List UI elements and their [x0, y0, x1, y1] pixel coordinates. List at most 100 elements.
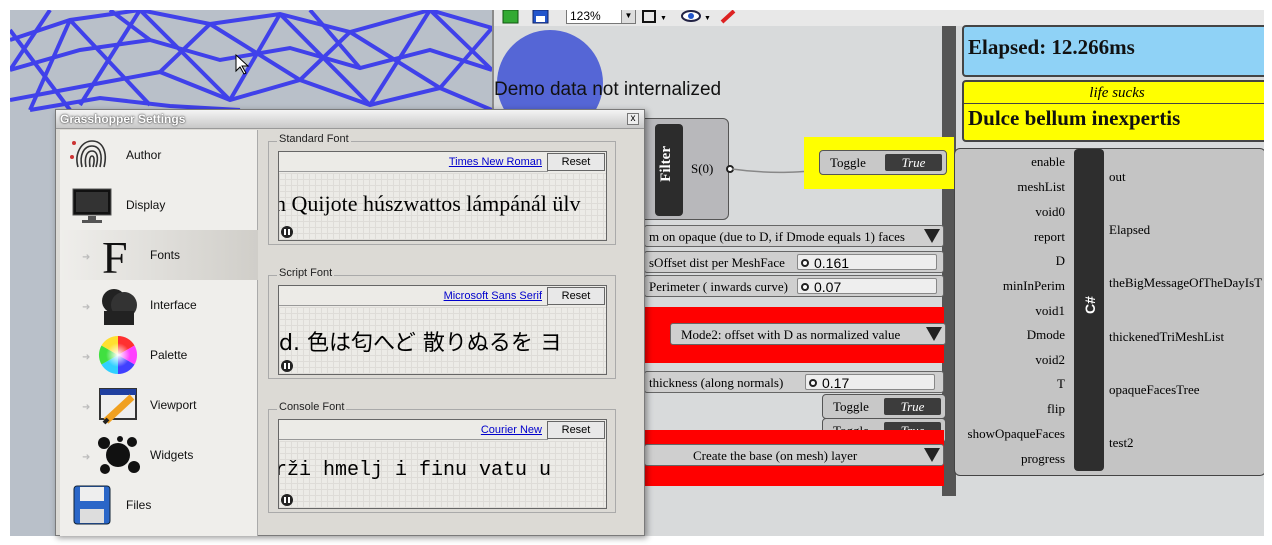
pause-icon[interactable]: [281, 360, 293, 372]
dialog-titlebar[interactable]: Grasshopper Settings x: [56, 110, 644, 129]
sidebar-item-display[interactable]: Display: [60, 180, 258, 230]
sidebar-item-palette[interactable]: ➜ Palette: [60, 330, 258, 380]
value-list-mode[interactable]: Mode2: offset with D as normalized value: [670, 323, 946, 345]
slider-offset[interactable]: sOffset dist per MeshFace 0.161: [644, 251, 944, 273]
filter-output[interactable]: S(0): [691, 161, 713, 177]
preview-eye-icon[interactable]: ▼: [680, 10, 714, 24]
output-param[interactable]: thickenedTriMeshList: [1109, 329, 1224, 345]
sidebar-label: Viewport: [150, 398, 197, 412]
zoom-dropdown-icon[interactable]: ▼: [621, 10, 635, 23]
script-font-group: Script Font Microsoft Sans Serif Reset d…: [268, 267, 616, 379]
dialog-title: Grasshopper Settings: [60, 112, 186, 126]
sidebar-item-viewport[interactable]: ➜ Viewport: [60, 380, 258, 430]
svg-text:▼: ▼: [660, 15, 667, 22]
svg-text:F: F: [102, 233, 128, 277]
input-param[interactable]: void2: [1035, 352, 1065, 368]
toggle-value[interactable]: True: [884, 398, 941, 415]
sidebar-item-widgets[interactable]: ➜ Widgets: [60, 430, 258, 480]
input-param[interactable]: flip: [1047, 401, 1065, 417]
value-list-text: Mode2: offset with D as normalized value: [681, 327, 901, 342]
filter-component[interactable]: Filter S(0): [634, 118, 729, 220]
dropdown-arrow-icon[interactable]: [924, 448, 940, 462]
sketch-pen-icon[interactable]: [720, 10, 738, 24]
slider-knob[interactable]: [801, 259, 809, 267]
input-param[interactable]: T: [1057, 376, 1065, 392]
font-name-link[interactable]: Times New Roman: [279, 152, 548, 172]
output-param[interactable]: opaqueFacesTree: [1109, 382, 1200, 398]
slider-label: thickness (along normals): [649, 375, 784, 390]
slider-track[interactable]: 0.07: [797, 278, 937, 295]
panel-body: Dulce bellum inexpertis: [968, 106, 1181, 130]
color-wheel-icon: [98, 335, 138, 375]
csharp-label: C#: [1081, 296, 1098, 314]
settings-dialog[interactable]: Grasshopper Settings x Author Display ➜ …: [55, 109, 645, 536]
input-param[interactable]: minInPerim: [1003, 278, 1065, 294]
dropdown-arrow-icon[interactable]: [926, 327, 942, 341]
save-icon[interactable]: [532, 10, 550, 24]
monitor-icon: [72, 188, 112, 223]
output-param[interactable]: out: [1109, 169, 1126, 185]
close-icon[interactable]: x: [627, 113, 639, 125]
input-param[interactable]: void0: [1035, 204, 1065, 220]
csharp-script-component[interactable]: enable meshList void0 report D minInPeri…: [954, 148, 1264, 476]
bullet-icon: ➜: [82, 402, 91, 413]
dropdown-arrow-icon[interactable]: [924, 229, 940, 243]
input-param[interactable]: void1: [1035, 303, 1065, 319]
slider-track[interactable]: 0.17: [805, 374, 935, 391]
value-list-text: m on opaque (due to D, if Dmode equals 1…: [649, 229, 905, 244]
slider-value: 0.161: [814, 255, 850, 271]
group-title: Standard Font: [277, 133, 351, 145]
input-param[interactable]: progress: [1021, 451, 1065, 467]
font-name-link[interactable]: Courier New: [279, 420, 548, 440]
elapsed-panel[interactable]: Elapsed: 12.266ms: [962, 25, 1264, 77]
font-name-link[interactable]: Microsoft Sans Serif: [279, 286, 548, 306]
slider-value: 0.17: [822, 375, 850, 391]
settings-sidebar: Author Display ➜ F Fonts ➜ Interface ➜ P…: [60, 130, 258, 536]
preview-text: n Quijote húszwattos lámpánál ülv: [279, 191, 581, 216]
group-title: Script Font: [277, 267, 335, 279]
panel-header: life sucks: [964, 82, 1264, 104]
input-param[interactable]: report: [1034, 229, 1065, 245]
reset-button[interactable]: Reset: [547, 421, 605, 439]
sidebar-item-author[interactable]: Author: [60, 130, 258, 180]
sidebar-label: Author: [126, 148, 162, 162]
new-document-icon[interactable]: [502, 10, 520, 24]
toggle-value[interactable]: True: [885, 154, 942, 171]
slider-track[interactable]: 0.161: [797, 254, 937, 271]
sidebar-item-fonts[interactable]: ➜ F Fonts: [60, 230, 258, 280]
output-param[interactable]: theBigMessageOfTheDayIsT: [1109, 275, 1262, 291]
fingerprint-icon: [70, 140, 107, 168]
slider-value: 0.07: [814, 279, 842, 295]
output-param[interactable]: test2: [1109, 435, 1134, 451]
output-param[interactable]: Elapsed: [1109, 222, 1150, 238]
toggle-enable[interactable]: Toggle True: [819, 150, 947, 175]
pause-icon[interactable]: [281, 494, 293, 506]
font-icon: F: [102, 233, 128, 277]
slider-label: Perimeter ( inwards curve): [649, 279, 788, 294]
canvas-widget-icon[interactable]: ▼: [642, 10, 668, 24]
message-panel[interactable]: life sucks Dulce bellum inexpertis: [962, 80, 1264, 142]
value-list-base-layer[interactable]: Create the base (on mesh) layer: [644, 444, 944, 466]
slider-knob[interactable]: [809, 379, 817, 387]
pause-icon[interactable]: [281, 226, 293, 238]
bullet-icon: ➜: [82, 252, 91, 263]
filter-body: Filter: [655, 124, 683, 216]
slider-perimeter[interactable]: Perimeter ( inwards curve) 0.07: [644, 275, 944, 297]
value-list-faces[interactable]: m on opaque (due to D, if Dmode equals 1…: [644, 225, 944, 247]
bullet-icon: ➜: [82, 352, 91, 363]
demo-warning-text: Demo data not internalized: [494, 79, 722, 100]
filter-label: Filter: [658, 146, 674, 182]
reset-button[interactable]: Reset: [547, 153, 605, 171]
reset-button[interactable]: Reset: [547, 287, 605, 305]
slider-thickness[interactable]: thickness (along normals) 0.17: [644, 371, 944, 393]
toggle-flip[interactable]: Toggle True: [822, 394, 946, 419]
input-param[interactable]: showOpaqueFaces: [968, 426, 1065, 442]
sidebar-item-interface[interactable]: ➜ Interface: [60, 280, 258, 330]
input-param[interactable]: enable: [1031, 154, 1065, 170]
value-list-text: Create the base (on mesh) layer: [693, 448, 858, 463]
input-param[interactable]: D: [1056, 253, 1065, 269]
slider-knob[interactable]: [801, 283, 809, 291]
input-param[interactable]: meshList: [1017, 179, 1065, 195]
sidebar-item-files[interactable]: Files: [60, 480, 258, 530]
input-param[interactable]: Dmode: [1027, 327, 1065, 343]
